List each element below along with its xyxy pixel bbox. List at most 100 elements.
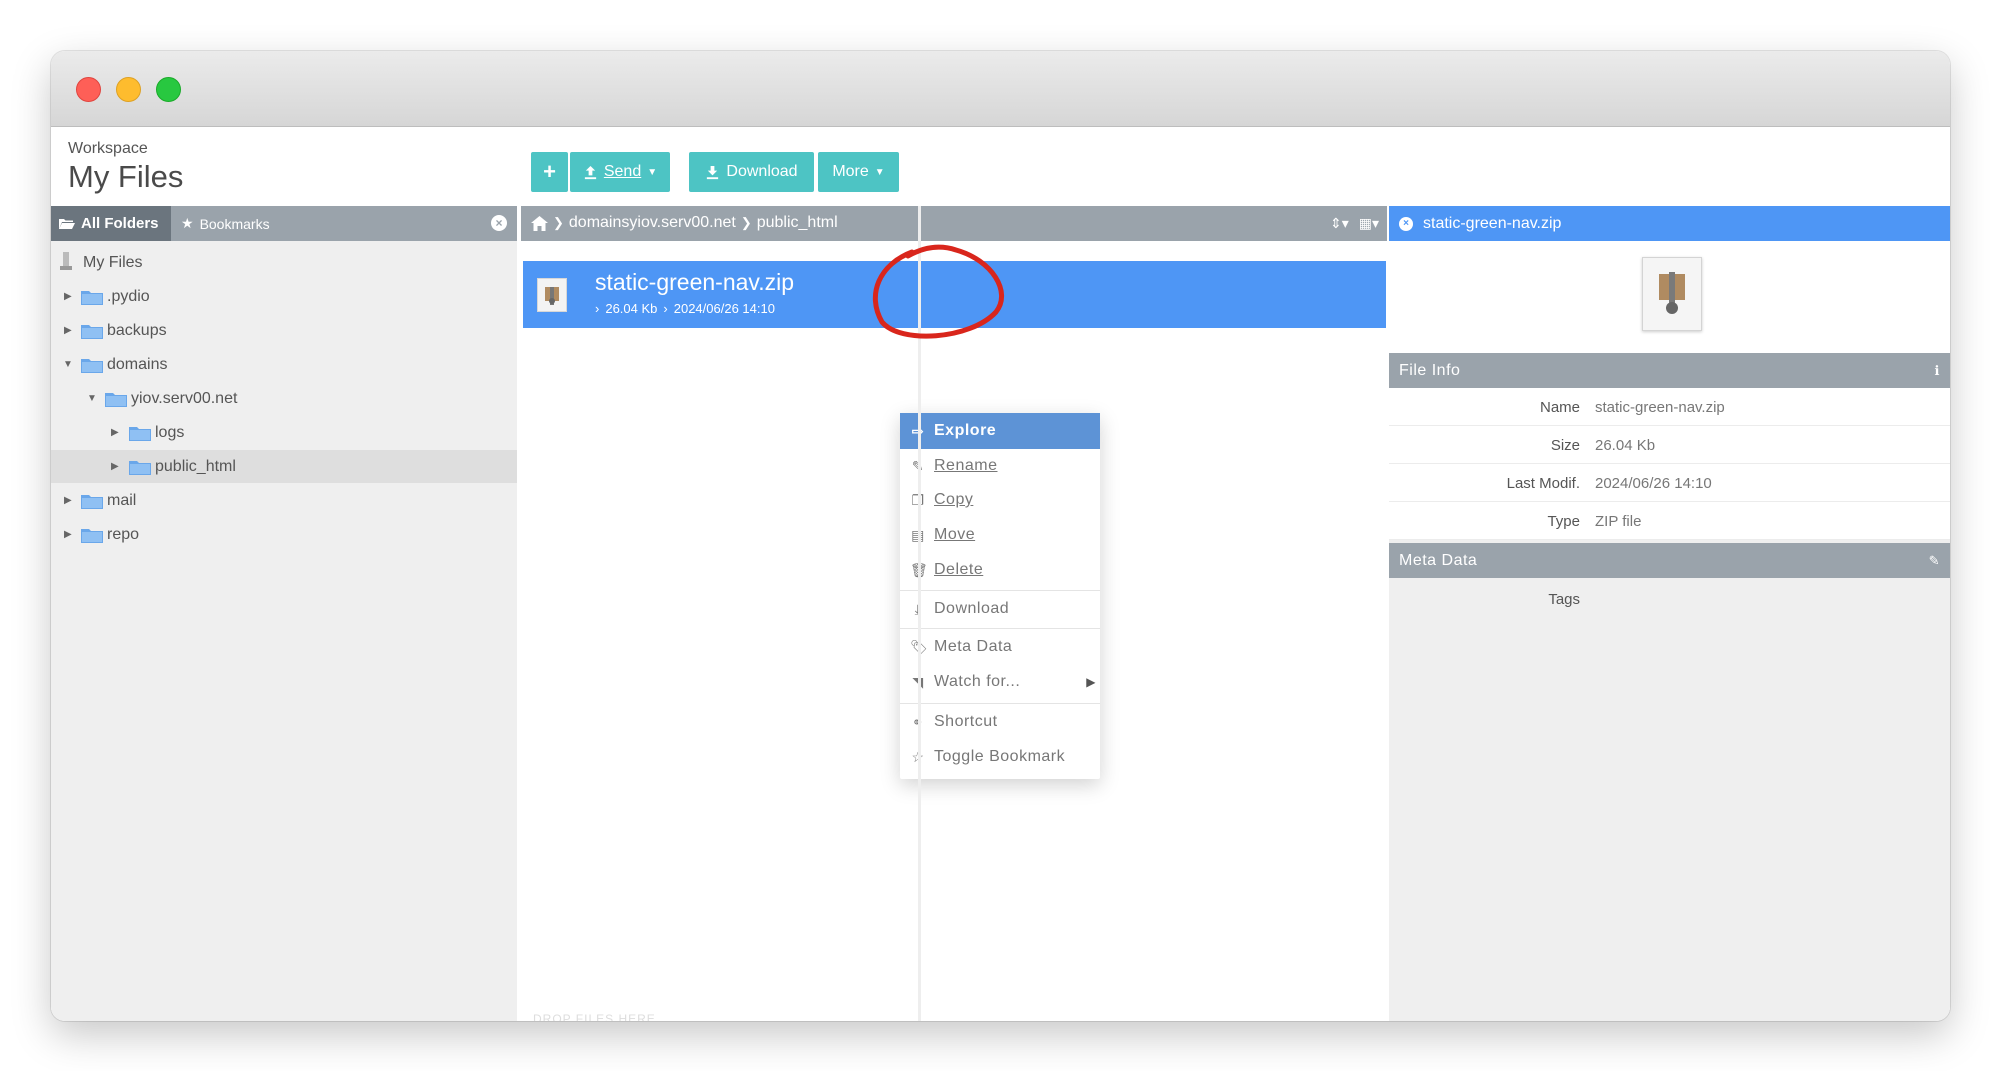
view-mode-icon[interactable]: ▦▾ (1359, 215, 1379, 232)
file-info-section: File Info ℹ (1389, 353, 1950, 388)
workspace-label: Workspace (68, 140, 148, 157)
menu-item-download[interactable]: ⤓ Download (900, 592, 1100, 626)
download-button[interactable]: Download (689, 152, 814, 192)
menu-item-copy[interactable]: ❐ Copy (900, 483, 1100, 517)
menu-divider (900, 590, 1100, 591)
info-panel-header: × static-green-nav.zip (1389, 206, 1950, 241)
drive-icon (60, 252, 72, 270)
chevron-right-icon[interactable]: ▶ (111, 427, 119, 438)
menu-item-shortcut[interactable]: ⚭ Shortcut (900, 705, 1100, 739)
tree-item-mail[interactable]: ▶ mail (51, 484, 517, 517)
chevron-right-icon: › (595, 301, 600, 316)
chevron-right-icon[interactable]: ▶ (64, 529, 72, 540)
close-icon[interactable]: × (1399, 216, 1413, 231)
minimize-window-button[interactable] (116, 77, 141, 102)
chevron-right-icon: ❯ (740, 215, 752, 230)
breadcrumb: ❯ domainsyiov.serv00.net ❯ public_html (531, 214, 838, 232)
send-button[interactable]: Send ▼ (570, 152, 670, 192)
file-name: static-green-nav.zip (595, 269, 794, 295)
tree-item-domains[interactable]: ▼ domains (51, 348, 517, 381)
tree-label: .pydio (107, 287, 150, 305)
sort-icon[interactable]: ⇕▾ (1330, 215, 1349, 232)
view-tools: ⇕▾ ▦▾ (1330, 215, 1379, 232)
meta-data-section: Meta Data ✎ (1389, 543, 1950, 578)
download-label: Download (726, 163, 798, 180)
chevron-right-icon[interactable]: ▶ (64, 291, 72, 302)
app-window: Workspace My Files + Send ▼ Download Mor… (51, 51, 1950, 1021)
tree-item-yiov-serv00[interactable]: ▼ yiov.serv00.net (51, 382, 517, 415)
menu-item-label: Explore (934, 422, 997, 439)
info-row-size: Size 26.04 Kb (1389, 426, 1950, 464)
upload-icon (584, 165, 596, 179)
breadcrumb-part[interactable]: domainsyiov.serv00.net (569, 214, 736, 232)
folder-open-icon (59, 219, 75, 229)
menu-item-label: Toggle Bookmark (934, 748, 1066, 765)
more-label: More (832, 163, 869, 180)
info-key: Size (1550, 437, 1580, 454)
menu-item-label: Rename (934, 457, 998, 474)
tree-label: yiov.serv00.net (131, 389, 238, 407)
folder-icon (81, 494, 103, 509)
menu-item-explore[interactable]: ⇨ Explore (900, 413, 1100, 449)
tree-item-logs[interactable]: ▶ logs (51, 416, 517, 449)
tree-item-pydio[interactable]: ▶ .pydio (51, 280, 517, 313)
close-window-button[interactable] (76, 77, 101, 102)
chevron-right-icon[interactable]: ▶ (111, 461, 119, 472)
tree-item-backups[interactable]: ▶ backups (51, 314, 517, 347)
chevron-down-icon: ▼ (874, 166, 885, 178)
folder-icon (105, 392, 127, 407)
zip-file-icon (1642, 257, 1702, 331)
menu-item-delete[interactable]: 🗑 Delete (900, 553, 1100, 587)
section-title: Meta Data (1399, 551, 1478, 569)
title-bar (51, 51, 1950, 127)
chevron-right-icon: ❯ (553, 215, 564, 230)
tree-item-public-html[interactable]: ▶ public_html (51, 450, 517, 483)
tree-label: domains (107, 355, 168, 373)
tree-label: mail (107, 491, 137, 509)
chevron-down-icon[interactable]: ▼ (87, 393, 97, 404)
info-row-type: Type ZIP file (1389, 502, 1950, 540)
info-panel: × static-green-nav.zip File Info ℹ Name … (1389, 206, 1950, 1021)
tree-label: My Files (83, 253, 143, 271)
menu-item-meta-data[interactable]: 🏷 Meta Data (900, 630, 1100, 664)
menu-item-watch-for[interactable]: ◥ Watch for... ▶ (900, 665, 1100, 699)
home-icon[interactable] (531, 215, 548, 231)
info-row-name: Name static-green-nav.zip (1389, 388, 1950, 426)
chevron-right-icon[interactable]: ▶ (64, 495, 72, 506)
info-row-modified: Last Modif. 2024/06/26 14:10 (1389, 464, 1950, 502)
chevron-right-icon: › (663, 301, 668, 316)
tab-all-folders[interactable]: All Folders (51, 206, 171, 241)
menu-item-move[interactable]: ▤ Move (900, 518, 1100, 552)
info-key: Name (1539, 399, 1580, 416)
info-value: 26.04 Kb (1595, 437, 1656, 454)
more-button[interactable]: More ▼ (818, 152, 899, 192)
folder-icon (81, 358, 103, 373)
close-icon[interactable]: × (491, 215, 507, 231)
info-value: 2024/06/26 14:10 (1595, 475, 1712, 492)
zoom-window-button[interactable] (156, 77, 181, 102)
folder-icon (81, 290, 103, 305)
menu-item-toggle-bookmark[interactable]: ☆ Toggle Bookmark (900, 740, 1100, 774)
menu-item-label: Move (934, 526, 976, 543)
breadcrumb-bar: ❯ domainsyiov.serv00.net ❯ public_html ⇕… (521, 206, 1387, 241)
menu-item-label: Copy (934, 491, 974, 508)
chevron-right-icon[interactable]: ▶ (64, 325, 72, 336)
menu-item-label: Watch for... (934, 673, 1021, 690)
star-icon: ★ (181, 215, 194, 231)
submenu-caret-icon: ▶ (1086, 675, 1096, 689)
chevron-down-icon[interactable]: ▼ (63, 359, 73, 370)
tree-label: logs (155, 423, 185, 441)
tab-bookmarks[interactable]: ★ Bookmarks (175, 206, 315, 241)
new-button[interactable]: + (531, 152, 568, 192)
edit-icon[interactable]: ✎ (1929, 553, 1940, 569)
menu-divider (900, 628, 1100, 629)
breadcrumb-part[interactable]: public_html (757, 214, 838, 232)
annotation-circle (872, 244, 1004, 339)
file-meta: › 26.04 Kb › 2024/06/26 14:10 (595, 301, 775, 316)
tree-item-repo[interactable]: ▶ repo (51, 518, 517, 551)
menu-divider (900, 703, 1100, 704)
tab-bookmarks-label: Bookmarks (199, 215, 270, 232)
info-icon[interactable]: ℹ (1935, 363, 1940, 379)
menu-item-rename[interactable]: ✎ Rename (900, 449, 1100, 483)
tree-item-my-files[interactable]: My Files (51, 246, 517, 279)
